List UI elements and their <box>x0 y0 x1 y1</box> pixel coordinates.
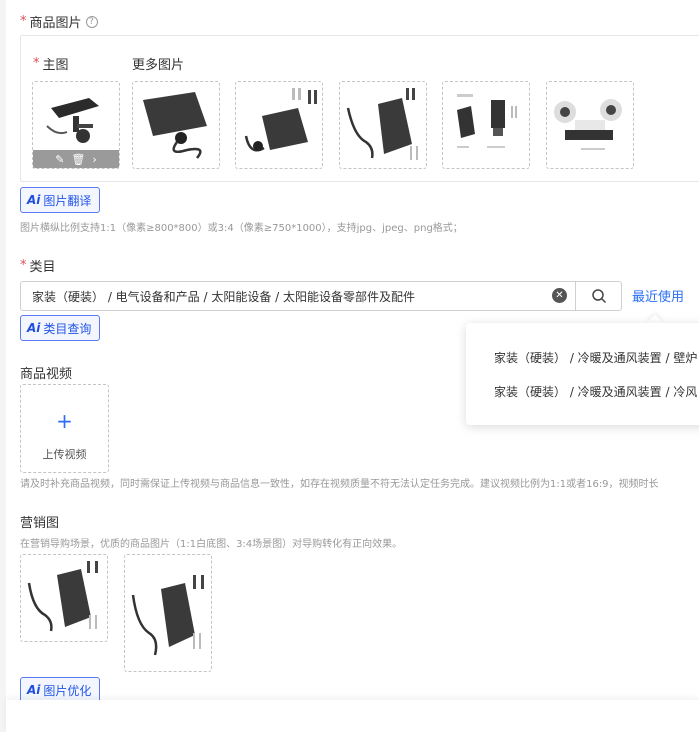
more-image-thumb[interactable] <box>235 81 323 169</box>
search-icon <box>591 289 606 304</box>
left-gutter <box>0 0 6 732</box>
category-query-button[interactable]: Ai 类目查询 <box>20 315 101 341</box>
more-images-label: 更多图片 <box>132 58 185 73</box>
image-format-hint: 图片横纵比例支持1:1（像素≥800*800）或3:4（像素≥750*1000）… <box>20 223 463 234</box>
recent-category-item[interactable]: 家装（硬装） / 冷暖及通风装置 / 壁炉 <box>494 349 697 366</box>
category-input[interactable]: 家装（硬装） / 电气设备和产品 / 太阳能设备 / 太阳能设备零部件及配件 <box>20 281 576 311</box>
main-image-label: 主图 <box>42 58 69 73</box>
category-search-button[interactable] <box>575 281 622 311</box>
product-video-label: 商品视频 <box>20 367 73 382</box>
solar-panel-image <box>143 92 207 159</box>
more-image-thumb[interactable] <box>442 81 530 169</box>
ai-icon: Ai <box>27 683 41 697</box>
solar-panel-image <box>244 88 317 152</box>
ai-icon: Ai <box>27 193 41 207</box>
recent-used-link[interactable]: 最近使用 <box>632 286 684 305</box>
recent-categories-dropdown: 家装（硬装） / 冷暖及通风装置 / 壁炉 家装（硬装） / 冷暖及通风装置 /… <box>466 323 699 425</box>
required-mark: * <box>20 14 27 29</box>
main-image-header: * 主图 <box>33 54 69 73</box>
category-query-label: 类目查询 <box>43 321 92 336</box>
ai-icon: Ai <box>27 321 41 335</box>
required-mark: * <box>20 258 27 273</box>
required-mark: * <box>33 56 40 71</box>
solar-panel-image <box>131 575 204 656</box>
delete-icon[interactable]: 🗑 <box>71 153 85 166</box>
video-hint: 请及时补充商品视频，同时需保证上传视频与商品信息一致性，如存在视频质量不符无法认… <box>20 479 659 490</box>
marketing-image-label: 营销图 <box>20 516 60 531</box>
upload-video-label: 上传视频 <box>42 448 87 461</box>
marketing-hint: 在营销导购场景，优质的商品图片（1:1白底图、3:4场景图）对导购转化有正向效果… <box>20 539 403 550</box>
category-label: 类目 <box>29 260 56 275</box>
solar-panel-image <box>46 98 99 143</box>
category-header: * 类目 <box>20 256 56 275</box>
more-image-thumb[interactable] <box>132 81 220 169</box>
solar-panel-image <box>27 561 98 632</box>
solar-panel-image <box>346 88 418 160</box>
plus-icon: + <box>56 409 73 433</box>
image-optimize-label: 图片优化 <box>43 683 92 698</box>
product-images-label: 商品图片 <box>29 16 82 31</box>
marketing-square-image[interactable] <box>20 554 108 642</box>
product-images-header: * 商品图片 ? <box>20 12 98 31</box>
chevron-right-icon[interactable]: › <box>92 153 96 166</box>
solar-panel-image <box>457 94 517 148</box>
image-action-bar: ✎ 🗑 › <box>33 150 119 168</box>
more-image-thumb[interactable] <box>339 81 427 169</box>
category-value: 家装（硬装） / 电气设备和产品 / 太阳能设备 / 太阳能设备零部件及配件 <box>32 289 416 304</box>
image-translate-label: 图片翻译 <box>43 193 92 208</box>
edit-icon[interactable]: ✎ <box>55 153 64 166</box>
clear-icon[interactable]: ✕ <box>552 288 567 303</box>
solar-panel-image <box>554 99 622 150</box>
bottom-action-bar <box>6 700 699 732</box>
help-circle-icon[interactable]: ? <box>85 15 98 28</box>
marketing-portrait-image[interactable] <box>124 554 212 672</box>
more-image-thumb[interactable] <box>546 81 634 169</box>
main-image-thumb[interactable]: ✎ 🗑 › <box>32 81 120 169</box>
recent-category-item[interactable]: 家装（硬装） / 冷暖及通风装置 / 冷风 <box>494 383 697 400</box>
image-translate-button[interactable]: Ai 图片翻译 <box>20 187 101 213</box>
upload-video-button[interactable]: + 上传视频 <box>20 384 109 473</box>
